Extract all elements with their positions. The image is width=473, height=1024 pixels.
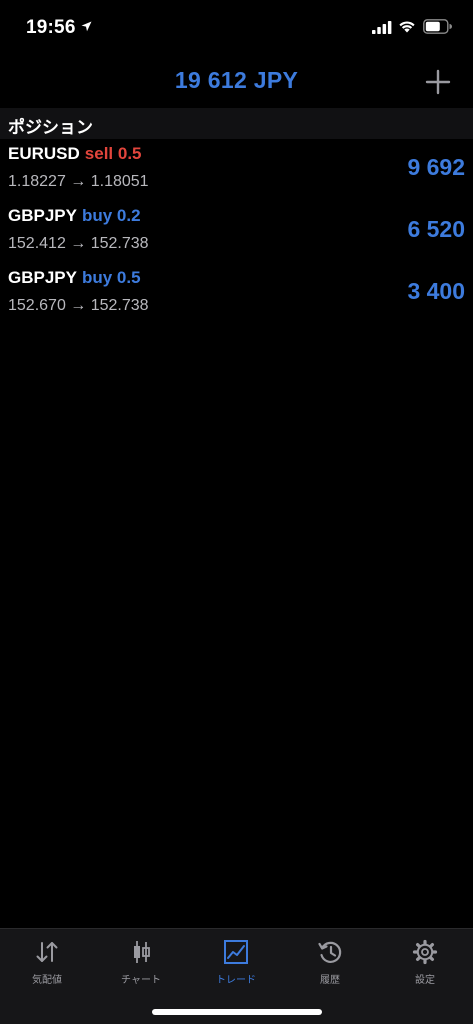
location-arrow-icon [81,21,92,32]
add-order-button[interactable] [422,66,454,98]
tab-settings[interactable]: 設定 [378,929,472,991]
position-symbol: GBPJPY [8,206,77,225]
cellular-signal-icon [372,21,392,34]
position-row[interactable]: GBPJPY buy 0.2 152.412 → 152.738 6 520 [0,202,473,264]
position-prices: 152.670 → 152.738 [8,297,149,314]
position-prices: 1.18227 → 1.18051 [8,173,149,190]
section-title: ポジション [8,118,93,137]
position-profit: 9 692 [407,154,465,180]
position-title: GBPJPY buy 0.5 [8,268,141,288]
tab-label: チャート [121,975,161,986]
history-clock-icon [318,941,342,963]
tab-label: トレード [216,975,256,986]
position-row[interactable]: GBPJPY buy 0.5 152.670 → 152.738 3 400 [0,264,473,326]
position-title: GBPJPY buy 0.2 [8,206,141,226]
position-title: EURUSD sell 0.5 [8,144,142,164]
candlestick-chart-icon [134,941,150,963]
trade-screen: 19:56 19 612 JPY ポジション EURUSD sell 0.5 1… [0,0,473,1024]
home-indicator[interactable] [152,1009,322,1015]
position-prices: 152.412 → 152.738 [8,235,149,252]
battery-icon [423,19,452,34]
tab-trade[interactable]: トレード [189,929,283,991]
position-side: buy 0.5 [81,268,141,287]
positions-section-header: ポジション [0,108,473,139]
settings-gear-icon [412,939,438,965]
tab-label: 履歴 [320,975,340,986]
positions-list: EURUSD sell 0.5 1.18227 → 1.18051 9 692 G… [0,140,473,326]
position-profit: 3 400 [407,278,465,304]
wifi-icon [399,21,415,33]
account-balance: 19 612 JPY [174,67,299,93]
tab-quotes[interactable]: 気配値 [0,929,94,991]
trade-chart-icon [224,940,248,964]
position-side: buy 0.2 [81,206,141,225]
status-bar: 19:56 [0,0,473,60]
plus-icon [425,69,451,95]
position-symbol: GBPJPY [8,268,77,287]
position-row[interactable]: EURUSD sell 0.5 1.18227 → 1.18051 9 692 [0,140,473,202]
tab-chart[interactable]: チャート [94,929,188,991]
position-profit: 6 520 [407,216,465,242]
position-side: sell 0.5 [84,144,142,163]
status-time: 19:56 [26,17,76,38]
tab-label: 気配値 [32,975,62,986]
tab-label: 設定 [415,975,435,986]
tab-history[interactable]: 履歴 [283,929,377,991]
quotes-arrows-icon [36,942,58,962]
position-symbol: EURUSD [8,144,80,163]
header: 19 612 JPY [0,60,473,106]
